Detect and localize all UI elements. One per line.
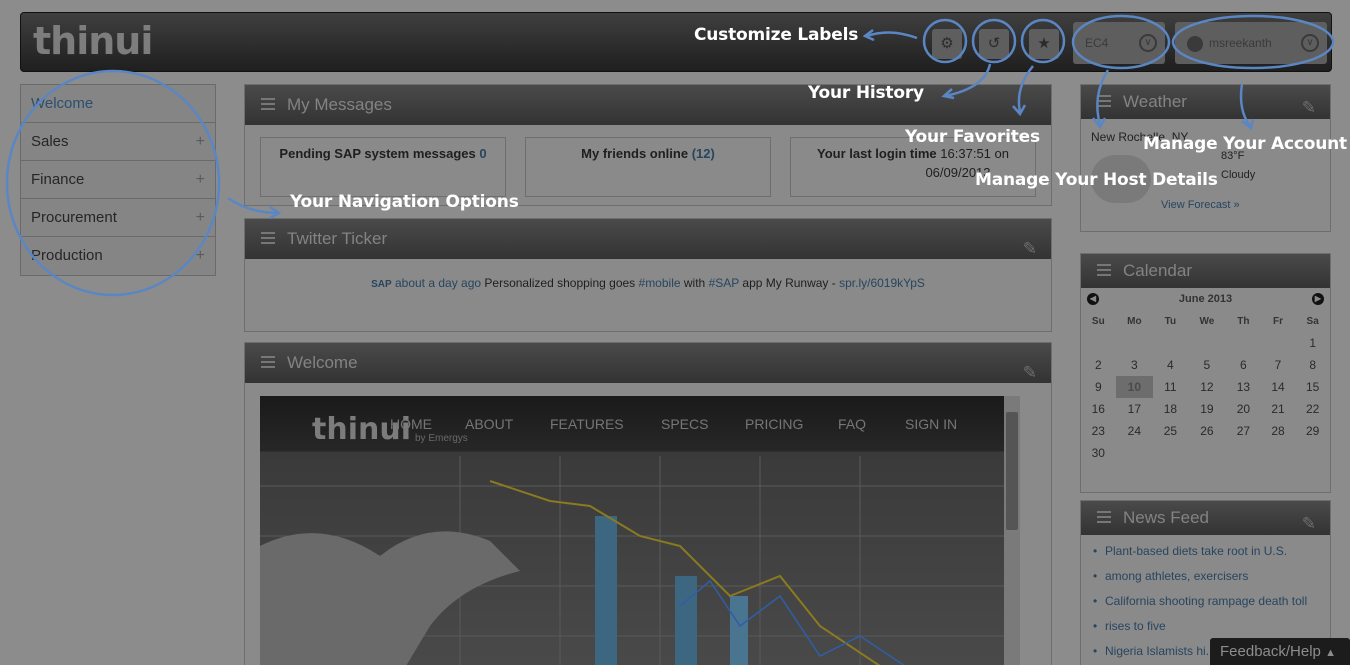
annotation-favorites: Your Favorites [905,127,1040,147]
annotation-host-details: Manage Your Host Details [975,170,1218,190]
dashboard-page: thinui ⚙ ↺ ★ EC4 ∨ msreekanth ∨ Welcome … [0,0,1350,665]
annotation-history: Your History [808,83,924,103]
annotation-account: Manage Your Account [1143,134,1347,154]
annotation-customize-labels: Customize Labels [694,25,859,45]
annotation-navigation: Your Navigation Options [290,192,519,212]
annotation-overlay [5,14,1335,297]
